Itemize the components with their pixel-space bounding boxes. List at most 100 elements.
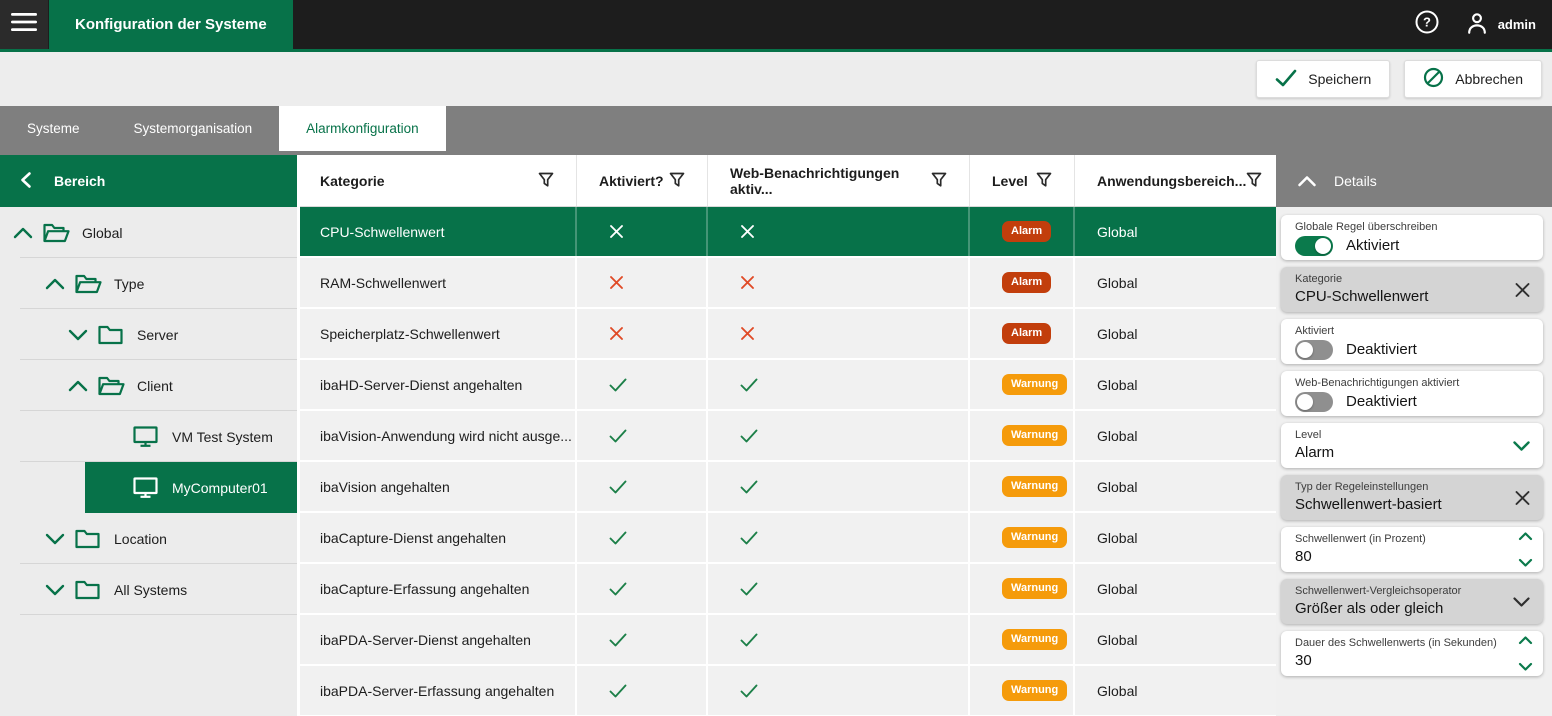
cell-level: Warnung: [970, 462, 1075, 511]
chevron-up-icon[interactable]: [1518, 531, 1533, 541]
kategorie-value: CPU-Schwellenwert: [320, 224, 444, 240]
chevron-up-icon[interactable]: [67, 379, 97, 393]
chevron-down-icon[interactable]: [1518, 558, 1533, 568]
tree-item-type[interactable]: Type: [0, 258, 297, 309]
column-header-anwendungsbereich: Anwendungsbereich...: [1075, 155, 1284, 206]
column-label: Web-Benachrichtigungen aktiv...: [730, 165, 931, 197]
user-icon: [1464, 10, 1490, 39]
user-menu[interactable]: admin: [1464, 10, 1536, 39]
tree-item-vm-test-system[interactable]: VM Test System: [0, 411, 297, 462]
filter-icon[interactable]: [669, 172, 685, 189]
card-value: Schwellenwert-basiert: [1295, 494, 1509, 515]
close-icon[interactable]: [1514, 281, 1531, 298]
cell-kategorie: ibaPDA-Server-Erfassung angehalten: [300, 666, 577, 715]
card-level[interactable]: LevelAlarm: [1281, 423, 1543, 468]
check-icon: [740, 633, 758, 647]
tree-item-client[interactable]: Client: [0, 360, 297, 411]
filter-icon[interactable]: [931, 172, 947, 189]
tree-item-mycomputer01[interactable]: MyComputer01: [0, 462, 297, 513]
tree-item-server[interactable]: Server: [0, 309, 297, 360]
table-row[interactable]: ibaCapture-Dienst angehaltenWarnungGloba…: [300, 513, 1276, 562]
cell-kategorie: ibaPDA-Server-Dienst angehalten: [300, 615, 577, 664]
svg-text:?: ?: [1423, 15, 1431, 30]
table-row[interactable]: Speicherplatz-SchwellenwertAlarmGlobal: [300, 309, 1276, 358]
tab-alarmkonfiguration[interactable]: Alarmkonfiguration: [279, 106, 446, 151]
chevron-down-icon[interactable]: [1512, 440, 1531, 452]
filter-icon[interactable]: [1246, 172, 1262, 189]
stepper-control: [1518, 635, 1533, 672]
filter-icon[interactable]: [538, 172, 554, 189]
card-value: CPU-Schwellenwert: [1295, 286, 1509, 307]
cell-aktiviert: [577, 462, 708, 511]
cell-web-benachrichtigungen: [708, 258, 970, 307]
cell-aktiviert: [577, 360, 708, 409]
table-row[interactable]: ibaCapture-Erfassung angehaltenWarnungGl…: [300, 564, 1276, 613]
cross-icon: [740, 275, 755, 290]
tree-item-global[interactable]: Global: [0, 207, 297, 258]
cancel-button[interactable]: Abbrechen: [1404, 60, 1542, 98]
chevron-down-icon[interactable]: [67, 328, 97, 342]
chevron-down-icon[interactable]: [44, 583, 74, 597]
table-row[interactable]: ibaHD-Server-Dienst angehaltenWarnungGlo…: [300, 360, 1276, 409]
folder-open-icon: [42, 221, 82, 244]
kategorie-value: ibaPDA-Server-Erfassung angehalten: [320, 683, 554, 699]
toggle-on[interactable]: [1295, 236, 1333, 256]
cell-aktiviert: [577, 411, 708, 460]
table-row[interactable]: ibaPDA-Server-Erfassung angehaltenWarnun…: [300, 666, 1276, 715]
card-aktiviert: AktiviertDeaktiviert: [1281, 319, 1543, 364]
chevron-down-icon[interactable]: [1518, 662, 1533, 672]
cell-level: Alarm: [970, 309, 1075, 358]
folder-closed-icon: [74, 527, 114, 550]
tab-systeme[interactable]: Systeme: [0, 106, 107, 151]
app-title-tab[interactable]: Konfiguration der Systeme: [49, 0, 293, 49]
check-icon: [609, 531, 627, 545]
tree-item-label: Type: [114, 276, 144, 292]
chevron-down-icon[interactable]: [44, 532, 74, 546]
cell-kategorie: CPU-Schwellenwert: [300, 207, 577, 256]
toggle-off[interactable]: [1295, 340, 1333, 360]
check-icon: [609, 582, 627, 596]
chevron-up-icon[interactable]: [12, 226, 42, 240]
chevron-up-icon[interactable]: [1297, 174, 1317, 188]
folder-closed-icon: [97, 323, 137, 346]
check-icon: [740, 684, 758, 698]
check-icon: [609, 633, 627, 647]
toggle-off[interactable]: [1295, 392, 1333, 412]
table-row[interactable]: ibaVision angehaltenWarnungGlobal: [300, 462, 1276, 511]
cell-web-benachrichtigungen: [708, 462, 970, 511]
table-row[interactable]: RAM-SchwellenwertAlarmGlobal: [300, 258, 1276, 307]
help-button[interactable]: ?: [1414, 9, 1440, 40]
chevron-up-icon[interactable]: [1518, 635, 1533, 645]
kategorie-value: ibaCapture-Erfassung angehalten: [320, 581, 529, 597]
table-row[interactable]: ibaVision-Anwendung wird nicht ausge...W…: [300, 411, 1276, 460]
filter-icon[interactable]: [1036, 172, 1052, 189]
cell-aktiviert: [577, 309, 708, 358]
column-label: Aktiviert?: [599, 173, 664, 189]
bereich-value: Global: [1097, 377, 1137, 393]
cell-anwendungsbereich: Global: [1075, 258, 1276, 307]
folder-open-icon: [74, 272, 114, 295]
save-button[interactable]: Speichern: [1256, 60, 1390, 98]
stepper-control: [1518, 531, 1533, 568]
close-icon[interactable]: [1514, 489, 1531, 506]
cross-icon: [609, 326, 624, 341]
tab-systemorganisation[interactable]: Systemorganisation: [107, 106, 280, 151]
chevron-down-icon[interactable]: [1512, 596, 1531, 608]
tree-item-label: VM Test System: [172, 429, 273, 445]
column-label: Kategorie: [320, 173, 385, 189]
card-schwellenwert-vergleichsoperator[interactable]: Schwellenwert-VergleichsoperatorGrößer a…: [1281, 579, 1543, 624]
bereich-value: Global: [1097, 275, 1137, 291]
details-panel: Details Globale Regel überschreibenAktiv…: [1276, 155, 1552, 716]
column-label: Level: [992, 173, 1028, 189]
card-value: 30: [1295, 650, 1509, 671]
card-globale-regel-berschreiben: Globale Regel überschreibenAktiviert: [1281, 215, 1543, 260]
chevron-up-icon[interactable]: [44, 277, 74, 291]
table-row[interactable]: CPU-SchwellenwertAlarmGlobal: [300, 207, 1276, 256]
tree-item-location[interactable]: Location: [0, 513, 297, 564]
table-row[interactable]: ibaPDA-Server-Dienst angehaltenWarnungGl…: [300, 615, 1276, 664]
chevron-left-icon[interactable]: [18, 171, 36, 192]
menu-button[interactable]: [0, 0, 48, 49]
bereich-value: Global: [1097, 428, 1137, 444]
tree-item-all-systems[interactable]: All Systems: [0, 564, 297, 615]
cell-kategorie: ibaVision-Anwendung wird nicht ausge...: [300, 411, 577, 460]
